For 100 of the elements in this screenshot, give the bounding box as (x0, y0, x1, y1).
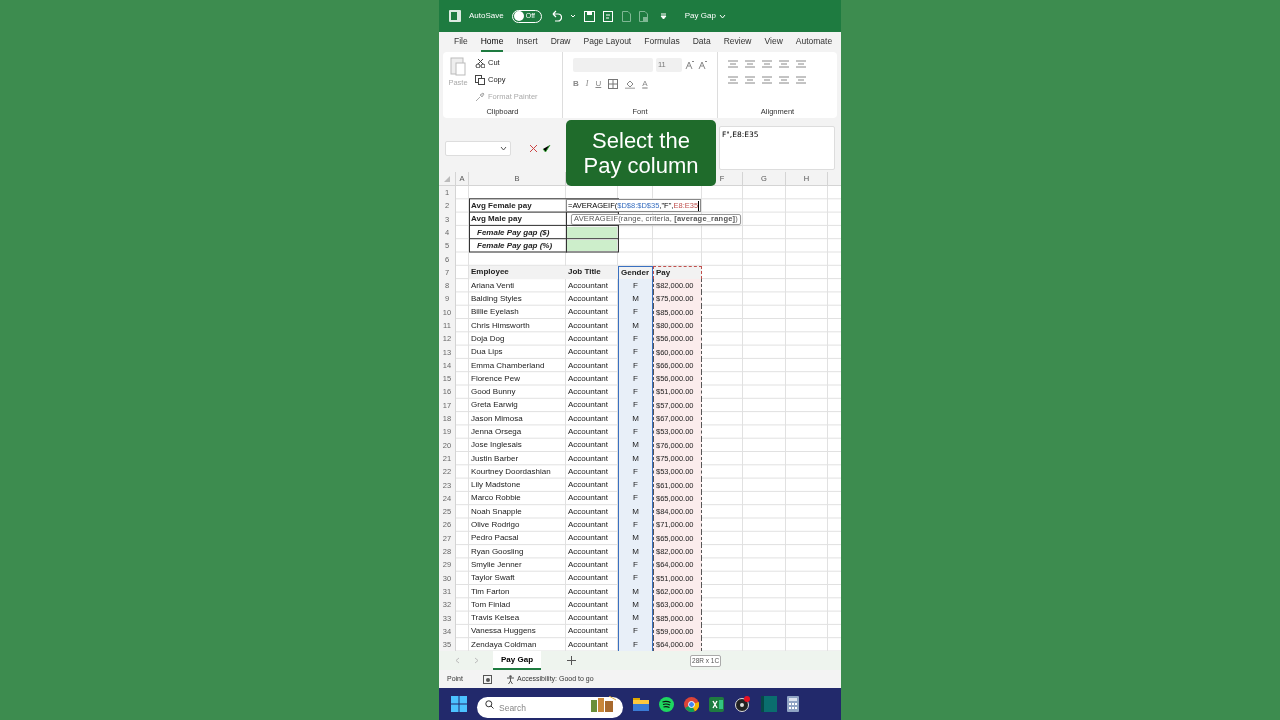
table-cell-text: Jose Inglesais (470, 439, 523, 452)
table-cell-text: Accountant (567, 332, 610, 345)
table-cell: M (618, 412, 653, 426)
table-cell-text: Billie Eyelash (470, 306, 520, 319)
spreadsheet-app-icon[interactable] (709, 696, 724, 712)
ribbon-tab[interactable]: View (764, 32, 783, 52)
table-cell-text: Accountant (567, 505, 610, 518)
table-cell-text: Travis Kelsea (470, 612, 521, 625)
cell-label: Female Pay gap (%) (476, 239, 554, 252)
cancel-icon[interactable] (529, 143, 538, 153)
table-cell-text: Accountant (567, 532, 610, 545)
input-cell[interactable] (567, 226, 617, 239)
folder-icon[interactable] (633, 697, 649, 711)
document-icon[interactable] (621, 10, 631, 22)
shrink-font-icon[interactable] (698, 60, 708, 70)
bold-button[interactable]: B (573, 78, 579, 90)
table-cell: M (618, 598, 653, 612)
table-cell-text: Dua Lips (470, 346, 504, 359)
cell-label: Avg Male pay (470, 213, 523, 226)
table-cell-text: Accountant (567, 386, 610, 399)
customize-icon[interactable] (659, 12, 667, 20)
table-cell-text: Accountant (567, 479, 610, 492)
table-cell-text: Marco Robbie (470, 492, 522, 505)
add-sheet-icon[interactable] (567, 656, 576, 666)
table-cell-text: Doja Dog (470, 332, 506, 345)
table-cell-text: Accountant (567, 519, 610, 532)
table-cell-text: Accountant (567, 346, 610, 359)
table-cell-text: Justin Barber (470, 452, 520, 465)
caption-banner: Select the Pay column (566, 120, 716, 186)
table-cell-text: Accountant (567, 439, 610, 452)
ribbon-tab[interactable]: Review (723, 32, 752, 52)
table-cell-text: Smylie Jenner (470, 558, 523, 571)
caret-icon[interactable] (569, 13, 576, 19)
table-cell-text: Accountant (567, 399, 610, 412)
grow-font-icon[interactable] (685, 60, 695, 70)
table-cell-text: Noah Snapple (470, 505, 523, 518)
notebook-icon[interactable] (761, 696, 777, 713)
enter-icon[interactable] (542, 143, 551, 153)
recorder-icon[interactable] (734, 696, 751, 713)
font-color-button[interactable]: A (642, 78, 648, 90)
browser-icon[interactable] (684, 696, 699, 712)
table-cell-text: Jenna Orsega (470, 426, 523, 438)
table-cell: F (618, 332, 653, 346)
table-cell: F (618, 385, 653, 399)
select-all-icon (444, 175, 450, 182)
table-cell-text: Accountant (567, 372, 610, 385)
table-cell: M (618, 505, 653, 519)
table-cell: F (618, 425, 653, 439)
table-cell: F (618, 518, 653, 532)
cell-label: Avg Female pay (470, 199, 533, 212)
windows-icon[interactable] (451, 696, 467, 713)
ribbon-tab[interactable]: Page Layout (583, 32, 632, 52)
table-cell-text: Accountant (567, 558, 610, 571)
books-icon (589, 695, 617, 712)
table-cell: M (618, 292, 653, 306)
table-cell-text: Accountant (567, 598, 610, 611)
table-cell: F (618, 372, 653, 386)
clipboard-icon (450, 56, 466, 76)
underline-button[interactable]: U (595, 78, 602, 90)
ribbon-tab[interactable]: Formulas (644, 32, 680, 52)
cell-label: Female Pay gap ($) (476, 226, 551, 239)
italic-button[interactable]: I (585, 78, 589, 90)
document-icon[interactable] (638, 10, 648, 22)
table-cell-text: Accountant (567, 279, 610, 292)
table-cell-text: Ryan Goosling (470, 545, 525, 558)
fill-color-icon[interactable] (625, 79, 636, 89)
ribbon-tab[interactable]: Draw (550, 32, 571, 52)
borders-icon[interactable] (608, 79, 619, 89)
table-cell-text: Accountant (567, 625, 610, 638)
ribbon-tab[interactable]: Insert (516, 32, 538, 52)
table-cell-text: Accountant (567, 545, 610, 558)
document-title[interactable]: Pay Gap (684, 10, 726, 22)
table-cell-text: Accountant (567, 319, 610, 332)
excel-icon[interactable] (449, 10, 461, 22)
ribbon-tab[interactable]: Automate (795, 32, 833, 52)
search-field[interactable]: Search (477, 697, 623, 719)
table-cell-text: Chris Himsworth (470, 319, 531, 332)
table-cell-text: Tom Finlad (470, 598, 512, 611)
autosave-label: AutoSave (469, 10, 504, 22)
table-cell-text: Pedro Pacsal (470, 532, 520, 545)
input-cell[interactable] (567, 240, 617, 252)
table-cell-text: Accountant (567, 306, 610, 319)
table-cell-text: Accountant (567, 426, 610, 438)
table-cell: F (618, 279, 653, 293)
save-icon[interactable] (583, 10, 595, 22)
ribbon-tab[interactable]: Data (692, 32, 711, 52)
calculator-icon[interactable] (787, 696, 799, 713)
chevron-icon (500, 145, 507, 151)
table-cell: F (618, 465, 653, 479)
table-cell-text: Emma Chamberland (470, 359, 546, 372)
table-cell-text: Zendaya Coldman (470, 638, 538, 651)
sheet-tab[interactable]: Pay Gap (493, 651, 541, 671)
table-cell-text: Greta Earwig (470, 399, 519, 412)
music-app-icon[interactable] (659, 696, 674, 712)
table-cell-text: Accountant (567, 638, 610, 651)
table-cell-text: Good Bunny (470, 386, 517, 399)
chevron-icon (718, 13, 726, 19)
form-icon[interactable] (602, 10, 614, 22)
ribbon-tab[interactable]: File (454, 32, 468, 52)
macro-icon[interactable] (482, 674, 492, 684)
